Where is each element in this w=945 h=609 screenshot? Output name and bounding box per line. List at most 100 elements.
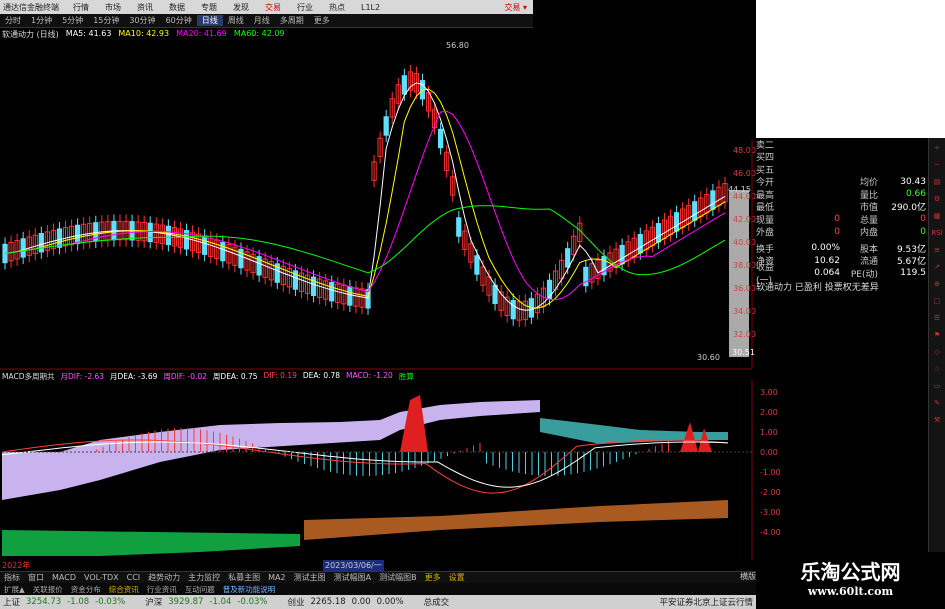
ma-line — [4, 82, 726, 311]
candle-body — [165, 225, 171, 246]
tab-3[interactable]: VOL-TDX — [80, 573, 123, 582]
quote-row: 今开 均价 30.43 — [756, 176, 926, 189]
quote-row: 买四 — [756, 153, 775, 164]
quote-row: 卖二 — [756, 140, 775, 151]
low-annotation-2: 30.51 — [732, 348, 755, 357]
tab-6[interactable]: 主力监控 — [184, 572, 224, 583]
candle-body — [565, 248, 571, 268]
pin-icon[interactable]: ◇ — [930, 346, 944, 358]
candle-body — [438, 128, 444, 149]
low-annotation: 30.60 — [697, 353, 720, 362]
chart-icon[interactable]: ▤ — [930, 176, 944, 188]
candle-body — [456, 217, 462, 237]
candle-body — [655, 223, 662, 243]
high-annotation: 56.80 — [446, 41, 469, 50]
quote-row: 换手 0.00% 股本 9.53亿 — [756, 243, 926, 255]
candle-body — [474, 255, 480, 275]
quote-row: 最高 量比 0.66 — [756, 189, 926, 201]
info-tab-3[interactable]: 综合资讯 — [105, 584, 143, 595]
ma-line — [4, 88, 726, 309]
edit-icon[interactable]: ✎ — [930, 397, 944, 409]
box-icon[interactable]: ▢ — [930, 295, 944, 307]
price-axis: 48.0046.0044.0042.0040.0038.0036.0034.00… — [0, 41, 756, 370]
sh-change: -1.08 — [67, 597, 90, 607]
settings-icon[interactable]: ⚙ — [930, 193, 944, 205]
tab-5[interactable]: 趋势动力 — [144, 572, 184, 583]
cy-label: 创业 — [287, 598, 305, 608]
candle-body — [673, 212, 680, 232]
minus-icon[interactable]: － — [930, 159, 944, 171]
macd-tick: 2.00 — [760, 408, 778, 417]
candle-body — [220, 241, 226, 262]
sz-label: 沪深 — [145, 598, 163, 608]
candle-body — [202, 235, 208, 255]
info-tab-5[interactable]: 互动问题 — [181, 584, 219, 595]
quote-footer: 软通动力 已盈利 投票权无差异 — [756, 282, 879, 293]
candle-body — [383, 116, 389, 136]
layout-toggle[interactable]: 横版 — [716, 571, 756, 583]
candle-body — [637, 234, 643, 254]
candlestick-series — [2, 65, 728, 328]
candle-body — [75, 224, 81, 245]
tab-12[interactable]: 更多 — [421, 572, 445, 583]
plus-icon[interactable]: ＋ — [930, 142, 944, 154]
candle-body — [710, 190, 716, 210]
candle-body — [329, 281, 335, 302]
info-tab-4[interactable]: 行业资讯 — [143, 584, 181, 595]
info-tab-1[interactable]: 关联报价 — [29, 584, 67, 595]
arrow-icon[interactable]: ↗ — [930, 261, 944, 273]
macd-tick: 0.00 — [760, 448, 778, 457]
tab-0[interactable]: 指标 — [0, 572, 24, 583]
star-icon[interactable]: ☆ — [930, 363, 944, 375]
cy-value: 2265.18 — [310, 597, 346, 607]
bars-icon[interactable]: ≡ — [930, 244, 944, 256]
weekly-band — [540, 418, 728, 444]
sz-percent: -0.03% — [237, 597, 268, 607]
indicator-tabs: 指标 窗口 MACD VOL-TDX CCI 趋势动力 主力监控 私募主图 MA… — [0, 571, 756, 583]
tab-7[interactable]: 私募主图 — [224, 572, 264, 583]
tab-2[interactable]: MACD — [48, 573, 80, 582]
macd-tick: -3.00 — [760, 508, 781, 517]
grid-icon[interactable]: ▦ — [930, 210, 944, 222]
macd-panel — [1, 395, 729, 556]
tab-8[interactable]: MA2 — [264, 573, 289, 582]
info-tab-2[interactable]: 资金分布 — [67, 584, 105, 595]
tab-10[interactable]: 测试幅图A — [330, 572, 375, 583]
tab-1[interactable]: 窗口 — [24, 572, 48, 583]
info-tab-6[interactable]: 普及新功能说明 — [219, 584, 280, 595]
cy-change: 0.00 — [351, 597, 371, 607]
candle-body — [38, 233, 44, 253]
tab-4[interactable]: CCI — [123, 573, 145, 582]
info-tab-0[interactable]: 扩展▲ — [0, 584, 29, 595]
status-bar: 上证 3254.73 -1.08 -0.03% 沪深 3929.87 -1.04… — [0, 595, 756, 609]
quote-row: 收益(一) 0.064 PE(动) 119.5 — [756, 263, 926, 287]
macd-tick: 3.00 — [760, 388, 778, 397]
tab-9[interactable]: 测试主图 — [290, 572, 330, 583]
lock-icon[interactable]: ⊕ — [930, 278, 944, 290]
macd-tick: -2.00 — [760, 488, 781, 497]
current-price: 44.15 — [728, 185, 751, 194]
flag-icon[interactable]: ⚑ — [930, 329, 944, 341]
rsi-icon[interactable]: RSI — [930, 227, 944, 239]
tab-11[interactable]: 测试幅图B — [375, 572, 421, 583]
watermark: 乐淘公式网 www.60lt.com — [756, 552, 945, 609]
macd-tick: 1.00 — [760, 428, 778, 437]
moving-average-lines — [4, 82, 749, 357]
right-toolbar: ＋ － ▤ ⚙ ▦ RSI ≡ ↗ ⊕ ▢ ☰ ⚑ ◇ ☆ ▭ ✎ ⚒ — [928, 138, 945, 588]
tool-icon[interactable]: ⚒ — [930, 414, 944, 426]
tab-13[interactable]: 设置 — [445, 572, 469, 583]
list-icon[interactable]: ☰ — [930, 312, 944, 324]
candle-body — [692, 201, 698, 221]
candle-body — [310, 276, 317, 297]
doc-icon[interactable]: ▭ — [930, 380, 944, 392]
candle-body — [401, 75, 407, 95]
quote-panel: 卖二 买四 买五 今开 均价 30.43 最高 量比 0.66 最低 市值 290.0亿 现… — [756, 138, 928, 293]
watermark-title: 乐淘公式网 — [800, 560, 901, 584]
date-cursor: 2023/03/06/一 — [323, 560, 384, 571]
macd-tick: -4.00 — [760, 528, 781, 537]
chart-canvas[interactable]: 48.0046.0044.0042.0040.0038.0036.0034.00… — [0, 0, 945, 609]
sz-value: 3929.87 — [168, 597, 204, 607]
volume-label: 总成交 — [423, 598, 450, 608]
cy-percent: 0.00% — [376, 597, 404, 607]
sh-percent: -0.03% — [95, 597, 126, 607]
